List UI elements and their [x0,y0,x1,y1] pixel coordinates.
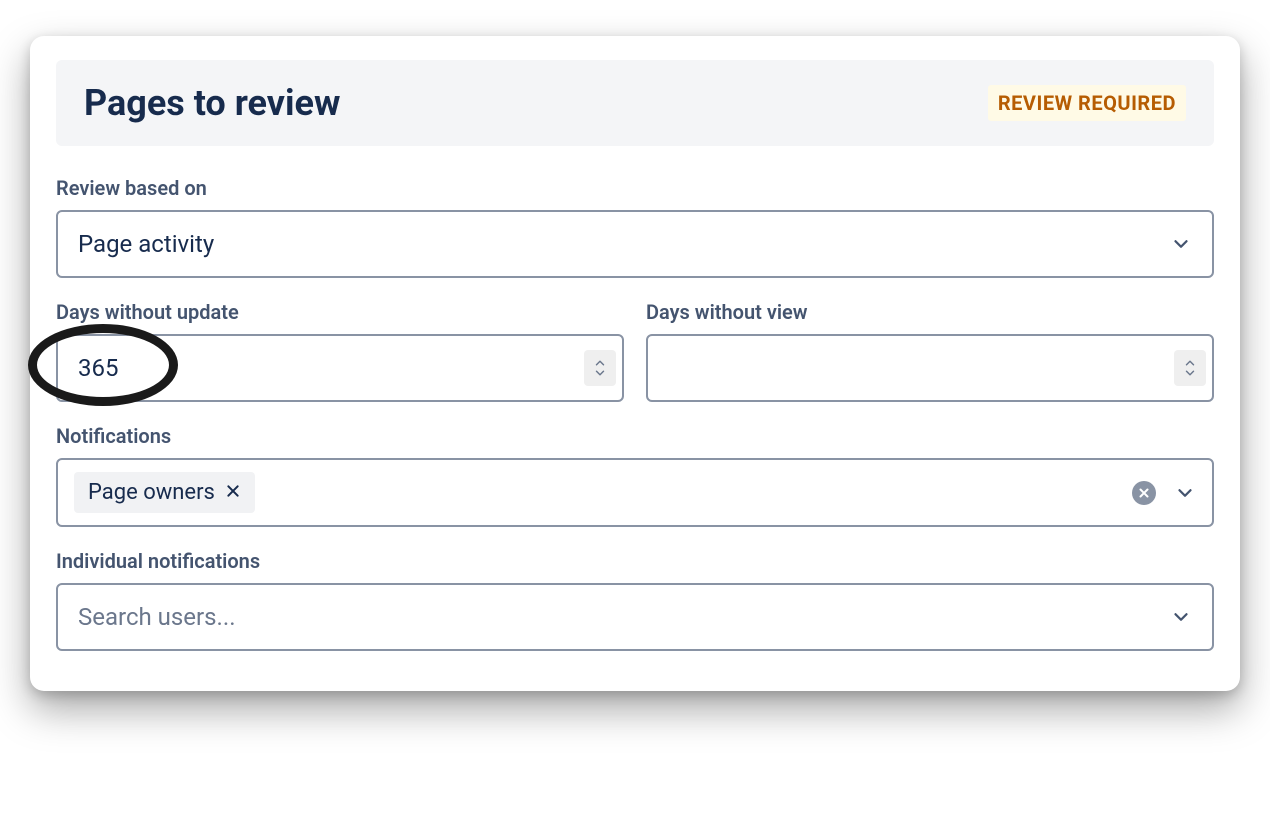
chevron-down-icon [1170,606,1192,628]
days-without-update-group: Days without update 365 [56,300,624,402]
chevron-down-icon [1174,482,1196,504]
individual-notifications-select[interactable]: Search users... [56,583,1214,651]
individual-notifications-label: Individual notifications [56,549,1214,573]
individual-notifications-placeholder: Search users... [78,603,1170,631]
number-stepper[interactable] [584,350,616,386]
individual-notifications-group: Individual notifications Search users... [56,549,1214,651]
days-without-view-label: Days without view [646,300,1214,324]
page-title: Pages to review [84,82,340,124]
status-badge: REVIEW REQUIRED [988,85,1186,121]
chevron-down-icon [1170,233,1192,255]
header-bar: Pages to review REVIEW REQUIRED [56,60,1214,146]
remove-tag-button[interactable] [225,480,241,505]
clear-all-button[interactable] [1132,481,1156,505]
days-without-view-group: Days without view [646,300,1214,402]
days-without-view-input[interactable] [646,334,1214,402]
notification-tag-label: Page owners [88,480,215,505]
review-based-on-label: Review based on [56,176,1214,200]
days-without-update-label: Days without update [56,300,624,324]
review-based-on-value: Page activity [78,230,1170,258]
notifications-label: Notifications [56,424,1214,448]
chevron-up-icon [593,358,607,368]
notifications-select[interactable]: Page owners [56,458,1214,527]
chevron-down-icon [593,368,607,378]
review-based-on-group: Review based on Page activity [56,176,1214,278]
chevron-up-icon [1183,358,1197,368]
number-stepper[interactable] [1174,350,1206,386]
chevron-down-icon [1183,368,1197,378]
review-based-on-select[interactable]: Page activity [56,210,1214,278]
days-without-update-value: 365 [78,354,118,382]
settings-card: Pages to review REVIEW REQUIRED Review b… [30,36,1240,691]
notification-tag: Page owners [74,472,255,513]
days-without-update-input[interactable]: 365 [56,334,624,402]
notifications-group: Notifications Page owners [56,424,1214,527]
